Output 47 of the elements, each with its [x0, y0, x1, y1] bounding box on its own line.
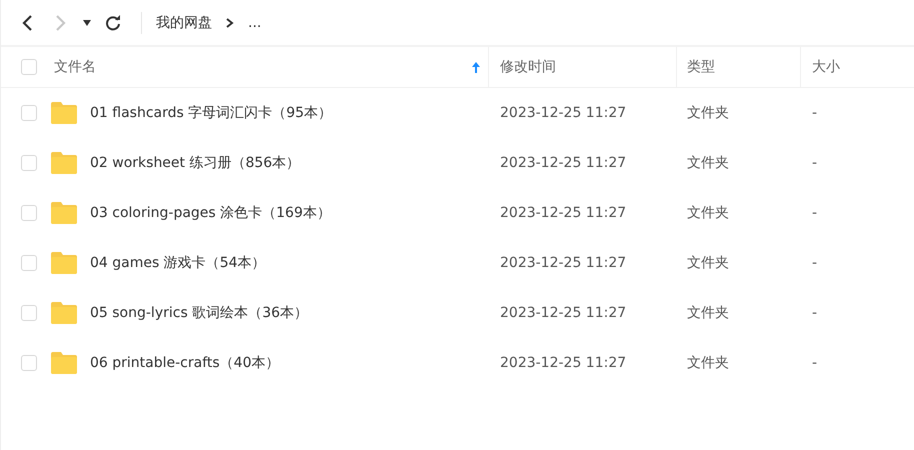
table-cell: 文件夹	[687, 154, 729, 172]
checkbox[interactable]	[21, 355, 37, 371]
table-cell: -	[812, 255, 818, 271]
table-cell: 2023-12-25 11:27	[500, 305, 626, 321]
dropdown-icon[interactable]	[83, 20, 91, 26]
table-cell: 文件夹	[687, 354, 729, 372]
checkbox[interactable]	[21, 305, 37, 321]
column-header[interactable]: 类型	[687, 58, 715, 76]
breadcrumb-item[interactable]: 我的网盘	[156, 14, 212, 32]
table-cell: 文件夹	[687, 304, 729, 322]
table-cell: 2023-12-25 11:27	[500, 255, 626, 271]
table-cell: -	[812, 155, 818, 171]
table-cell: 2023-12-25 11:27	[500, 355, 626, 371]
table-cell: 2023-12-25 11:27	[500, 105, 626, 121]
table-cell: -	[812, 205, 818, 221]
file-name[interactable]: 04 games 游戏卡（54本）	[90, 254, 266, 272]
table-cell: 文件夹	[687, 104, 729, 122]
folder-icon	[51, 202, 77, 224]
table-cell: 文件夹	[687, 254, 729, 272]
file-name[interactable]: 06 printable-crafts（40本）	[90, 354, 280, 372]
file-name[interactable]: 03 coloring-pages 涂色卡（169本）	[90, 204, 331, 222]
table-cell: -	[812, 105, 818, 121]
file-name[interactable]: 02 worksheet 练习册（856本）	[90, 154, 300, 172]
file-name[interactable]: 01 flashcards 字母词汇闪卡（95本）	[90, 104, 332, 122]
file-name[interactable]: 05 song-lyrics 歌词绘本（36本）	[90, 304, 308, 322]
folder-icon	[51, 252, 77, 274]
chevron-icon	[226, 18, 234, 28]
checkbox[interactable]	[21, 155, 37, 171]
table-cell: 文件夹	[687, 204, 729, 222]
refresh-icon[interactable]	[105, 14, 121, 30]
checkbox[interactable]	[21, 205, 37, 221]
folder-icon	[51, 102, 77, 124]
table-cell: 2023-12-25 11:27	[500, 205, 626, 221]
checkbox[interactable]	[21, 255, 37, 271]
table-cell: -	[812, 305, 818, 321]
breadcrumb-item[interactable]: ...	[248, 14, 262, 30]
folder-icon	[51, 352, 77, 374]
column-header[interactable]: 修改时间	[500, 58, 556, 76]
table-cell: -	[812, 355, 818, 371]
checkbox[interactable]	[21, 59, 37, 75]
folder-icon	[51, 152, 77, 174]
column-header[interactable]: 文件名	[54, 58, 472, 76]
table-cell: 2023-12-25 11:27	[500, 155, 626, 171]
checkbox[interactable]	[21, 105, 37, 121]
sort-arrow-icon[interactable]	[472, 62, 480, 72]
folder-icon	[51, 302, 77, 324]
column-header[interactable]: 大小	[812, 58, 840, 76]
